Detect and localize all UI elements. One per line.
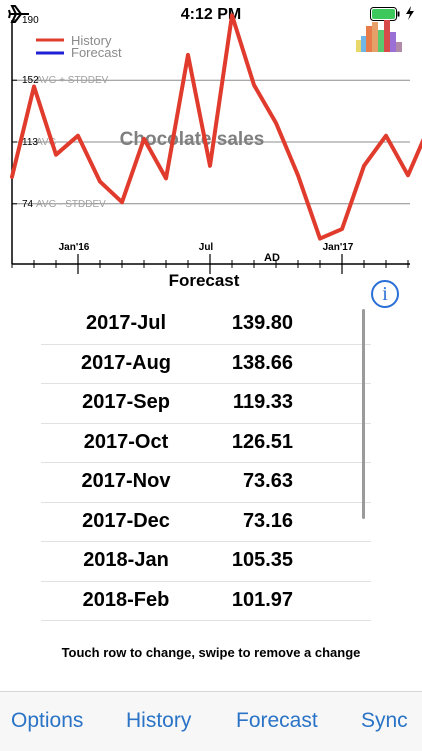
ref-line-label: AVG - STDDEV <box>36 199 106 210</box>
row-value: 138.66 <box>231 351 293 374</box>
ref-line-label: AVG + STDDEV <box>36 75 109 86</box>
table-row[interactable]: 2018-Feb 101.97 <box>41 582 371 621</box>
row-value: 105.35 <box>231 549 293 571</box>
table-row[interactable]: 2017-Dec 73.16 <box>41 503 371 542</box>
row-value: 139.80 <box>231 312 293 334</box>
table-row[interactable]: 2018-Jan 105.35 <box>41 542 371 582</box>
table-row[interactable]: 2017-Oct 126.51 <box>41 424 371 463</box>
row-period: 2017-Sep <box>82 391 170 413</box>
row-period: 2017-Dec <box>82 509 170 532</box>
y-tick-label: 152 <box>22 75 39 86</box>
row-period: 2017-Aug <box>80 351 172 374</box>
x-tick-label: Jul <box>199 242 214 253</box>
tab-options[interactable]: Options <box>11 709 83 733</box>
x-tick-label: Jan'17 <box>323 242 354 253</box>
chart-legend: History Forecast <box>36 33 122 60</box>
row-period: 2018-Jan <box>83 549 169 571</box>
row-value: 73.63 <box>242 470 293 492</box>
tab-forecast[interactable]: Forecast <box>236 709 318 733</box>
app-logo-icon[interactable] <box>356 18 402 52</box>
y-tick-label: 190 <box>22 15 39 26</box>
y-tick-label: 113 <box>22 137 38 148</box>
x-axis-label: Forecast <box>169 271 240 290</box>
table-scrollbar[interactable] <box>362 309 365 519</box>
row-value: 119.33 <box>232 391 293 413</box>
row-value: 101.97 <box>231 588 293 611</box>
chart-annotation: AD <box>264 252 280 264</box>
table-row[interactable]: 2017-Jul 139.80 <box>41 305 371 345</box>
x-tick-label: Jan'16 <box>59 242 90 253</box>
forecast-table[interactable]: 2017-Jul 139.80 2017-Aug 138.66 2017-Sep 119.… <box>41 305 371 623</box>
y-tick-label: 74 <box>22 199 34 210</box>
tab-history[interactable]: History <box>126 709 191 733</box>
row-period: 2018-Feb <box>82 588 170 611</box>
row-value: 126.51 <box>231 430 293 453</box>
row-period: 2017-Oct <box>83 430 169 453</box>
table-row[interactable]: 2017-Sep 119.33 <box>41 384 371 424</box>
legend-label-forecast: Forecast <box>71 45 122 60</box>
tab-sync[interactable]: Sync <box>361 709 408 733</box>
tab-bar: Options History Forecast Sync <box>0 691 422 751</box>
table-row[interactable]: 2017-Aug 138.66 <box>41 345 371 384</box>
info-button[interactable]: i <box>371 280 399 308</box>
row-period: 2017-Nov <box>81 470 171 492</box>
row-period: 2017-Jul <box>85 312 167 334</box>
row-value: 73.16 <box>242 509 293 532</box>
hint-text: Touch row to change, swipe to remove a c… <box>61 645 361 660</box>
table-row[interactable]: 2017-Nov 73.63 <box>41 463 371 503</box>
